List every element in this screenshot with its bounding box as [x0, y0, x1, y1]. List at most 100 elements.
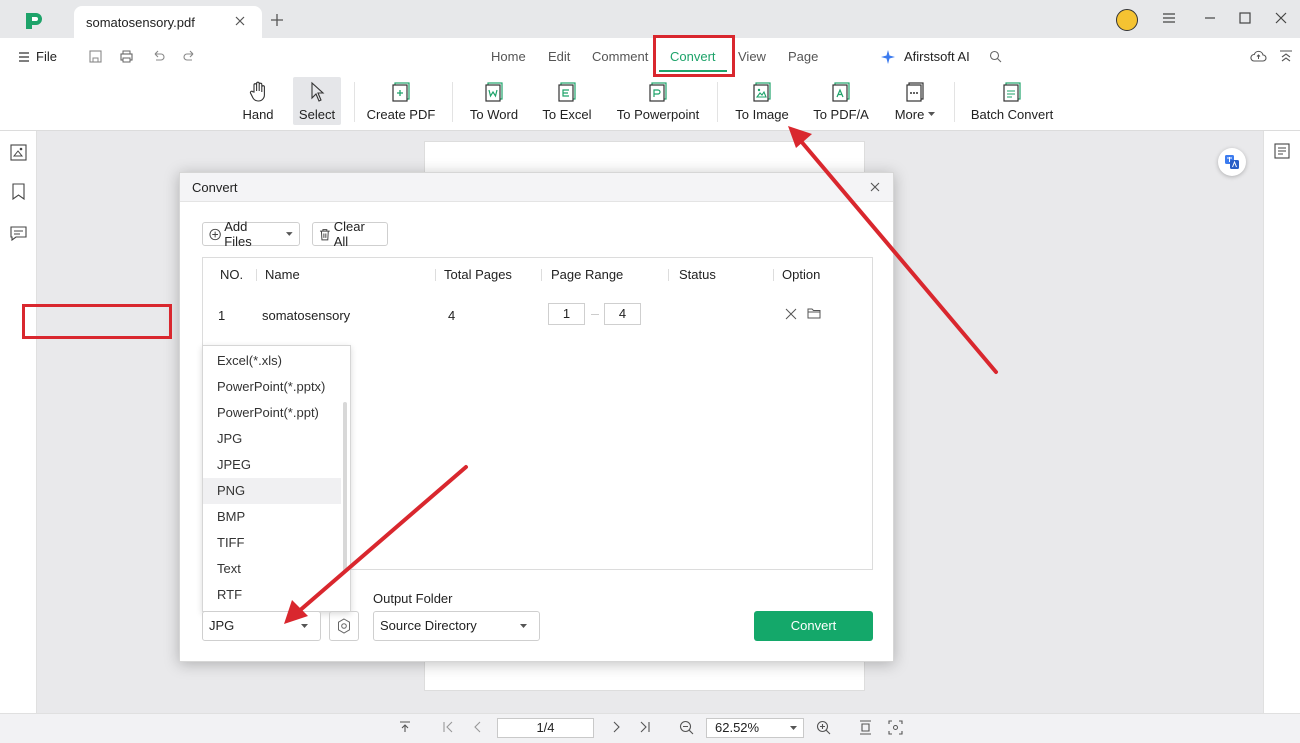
to-powerpoint-button[interactable]: To Powerpoint [612, 77, 704, 125]
page-number-input[interactable]: 1/4 [497, 718, 594, 738]
save-icon[interactable] [88, 49, 103, 64]
page-range-from-input[interactable]: 1 [548, 303, 585, 325]
properties-panel-icon[interactable] [1274, 143, 1290, 159]
format-option-bmp[interactable]: BMP [203, 504, 341, 530]
minimize-icon[interactable] [1203, 11, 1217, 25]
toolbar-divider [717, 82, 718, 122]
add-files-label: Add Files [224, 219, 252, 249]
open-folder-icon[interactable] [807, 307, 821, 319]
select-tool-button[interactable]: Select [293, 77, 341, 125]
search-icon[interactable] [989, 50, 1002, 63]
dialog-title: Convert [192, 180, 238, 195]
ai-assistant-label[interactable]: Afirstsoft AI [904, 49, 970, 64]
undo-icon[interactable] [151, 49, 166, 64]
to-image-label: To Image [735, 107, 789, 122]
tab-comment[interactable]: Comment [592, 49, 648, 64]
convert-button[interactable]: Convert [754, 611, 873, 641]
format-option-tiff[interactable]: TIFF [203, 530, 341, 556]
thumbnail-panel-icon[interactable] [10, 144, 27, 161]
toolbar-divider [354, 82, 355, 122]
user-avatar[interactable] [1116, 9, 1138, 31]
next-page-icon[interactable] [609, 720, 623, 734]
first-page-icon[interactable] [441, 720, 455, 734]
excel-doc-icon [556, 81, 578, 103]
zoom-in-icon[interactable] [816, 720, 831, 735]
last-page-icon[interactable] [638, 720, 652, 734]
translate-icon [1224, 154, 1240, 170]
bookmark-icon[interactable] [12, 183, 25, 200]
format-option-png[interactable]: PNG [203, 478, 341, 504]
tab-home[interactable]: Home [491, 49, 526, 64]
menu-bar: File Home Edit Comment Convert View Page… [0, 38, 1300, 76]
batch-convert-label: Batch Convert [970, 107, 1054, 122]
hamburger-menu-icon[interactable] [1162, 11, 1176, 25]
page-range-to-input[interactable]: 4 [604, 303, 641, 325]
format-option-ppt[interactable]: PowerPoint(*.ppt) [203, 400, 341, 426]
caret-down-icon [286, 231, 294, 236]
format-option-xls[interactable]: Excel(*.xls) [203, 348, 341, 374]
toolbar-divider [954, 82, 955, 122]
to-image-button[interactable]: To Image [731, 77, 793, 125]
file-menu[interactable]: File [18, 49, 57, 64]
output-folder-select[interactable]: Source Directory [373, 611, 540, 641]
convert-dialog: Convert Add Files Clear All NO. Name Tot… [179, 172, 894, 662]
create-pdf-button[interactable]: Create PDF [366, 77, 436, 125]
hand-icon [248, 81, 268, 103]
to-word-button[interactable]: To Word [466, 77, 522, 125]
more-formats-label-group: More [895, 107, 936, 122]
format-option-jpg[interactable]: JPG [203, 426, 341, 452]
tab-edit[interactable]: Edit [548, 49, 570, 64]
column-divider [773, 269, 774, 281]
toolbar-divider [452, 82, 453, 122]
collapse-ribbon-icon[interactable] [1279, 49, 1293, 63]
output-format-value: JPG [209, 618, 235, 633]
zoom-level-select[interactable]: 62.52% [706, 718, 804, 738]
comment-panel-icon[interactable] [10, 226, 27, 241]
hand-tool-label: Hand [242, 107, 274, 122]
close-window-icon[interactable] [1274, 11, 1288, 25]
add-files-button[interactable]: Add Files [202, 219, 300, 249]
range-separator [591, 314, 599, 315]
to-powerpoint-label: To Powerpoint [616, 107, 700, 122]
zoom-out-icon[interactable] [679, 720, 694, 735]
format-option-pptx[interactable]: PowerPoint(*.pptx) [203, 374, 341, 400]
format-option-rtf[interactable]: RTF [203, 582, 341, 608]
print-icon[interactable] [119, 49, 134, 64]
caret-down-icon [301, 624, 308, 628]
more-formats-label: More [894, 107, 925, 122]
fit-page-icon[interactable] [888, 720, 903, 735]
format-option-jpeg[interactable]: JPEG [203, 452, 341, 478]
clear-all-button[interactable]: Clear All [312, 219, 388, 249]
format-settings-button[interactable] [329, 611, 359, 641]
to-excel-button[interactable]: To Excel [540, 77, 594, 125]
maximize-icon[interactable] [1238, 11, 1252, 25]
more-formats-button[interactable]: More [888, 77, 942, 125]
fit-width-icon[interactable] [858, 720, 873, 735]
row-file-name: somatosensory [262, 308, 351, 323]
settings-icon [338, 618, 350, 634]
cloud-upload-icon[interactable] [1250, 49, 1267, 63]
to-pdfa-label: To PDF/A [813, 107, 869, 122]
scroll-to-top-icon[interactable] [398, 720, 412, 734]
redo-icon[interactable] [182, 49, 197, 64]
batch-convert-button[interactable]: Batch Convert [966, 77, 1058, 125]
row-total-pages: 4 [448, 308, 456, 323]
format-option-text[interactable]: Text [203, 556, 341, 582]
translate-button[interactable] [1218, 148, 1246, 176]
document-tab[interactable]: somatosensory.pdf [74, 6, 262, 38]
new-tab-icon[interactable] [270, 13, 284, 27]
column-header-page-range: Page Range [551, 267, 624, 282]
tab-page[interactable]: Page [788, 49, 818, 64]
previous-page-icon[interactable] [471, 720, 485, 734]
close-icon[interactable] [870, 182, 880, 192]
table-row[interactable]: 1 somatosensory 4 1 4 [203, 294, 872, 336]
close-tab-icon[interactable] [234, 15, 246, 27]
output-format-select[interactable]: JPG [202, 611, 321, 641]
row-number: 1 [218, 308, 226, 323]
remove-file-icon[interactable] [785, 308, 797, 320]
tab-view[interactable]: View [738, 49, 766, 64]
dropdown-scrollbar[interactable] [343, 402, 347, 572]
to-pdfa-button[interactable]: To PDF/A [810, 77, 872, 125]
clear-all-label: Clear All [333, 219, 365, 249]
hand-tool-button[interactable]: Hand [236, 77, 280, 125]
